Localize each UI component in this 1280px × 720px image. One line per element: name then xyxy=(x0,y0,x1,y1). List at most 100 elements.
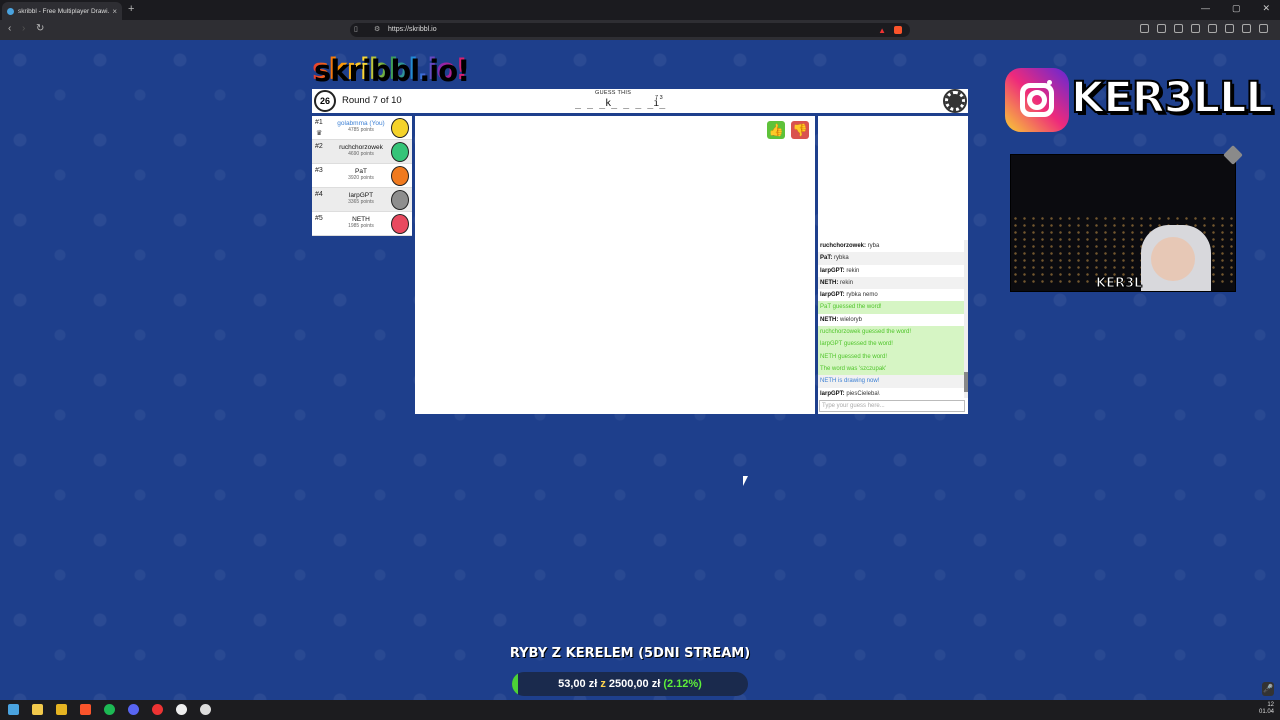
brave-browser-icon[interactable] xyxy=(80,704,91,715)
skribbl-favicon-icon xyxy=(7,7,14,15)
instagram-icon xyxy=(1005,68,1069,132)
maximize-icon[interactable]: ▢ xyxy=(1232,3,1241,14)
clock-date: 01.04 xyxy=(1258,709,1274,715)
player-row[interactable]: #2 ruchchorzowek 4690 points xyxy=(312,140,412,164)
browser-tab[interactable]: skribbl - Free Multiplayer Drawi... × xyxy=(2,2,122,20)
url-text: https://skribbl.io xyxy=(388,26,437,33)
skribbl-logo: skribbl.io! xyxy=(312,52,468,86)
goal-separator: z xyxy=(600,678,606,690)
webcam-label: KER3L xyxy=(1095,276,1143,292)
thumbs-up-icon[interactable]: 👍 xyxy=(767,121,785,139)
back-icon[interactable]: ‹ xyxy=(8,23,11,34)
timer-clock-icon: 26 xyxy=(314,90,336,112)
chat-text: ryba xyxy=(866,243,880,249)
browser-toolbar xyxy=(1140,24,1268,33)
media-icon[interactable] xyxy=(1174,24,1183,33)
tab-close-icon[interactable]: × xyxy=(112,7,117,16)
opera-icon[interactable] xyxy=(152,704,163,715)
chat-user: NETH: xyxy=(820,279,839,286)
brave-shield-icon[interactable] xyxy=(894,26,902,34)
reload-icon[interactable]: ↻ xyxy=(36,23,44,34)
chat-message: PaT: rybka xyxy=(818,252,964,265)
obs-icon[interactable] xyxy=(176,704,187,715)
instagram-overlay: KER3LLL xyxy=(1005,68,1274,132)
wallet-icon[interactable] xyxy=(1157,24,1166,33)
chat-text: PaT guessed the word! xyxy=(820,304,882,311)
player-avatar xyxy=(391,190,409,210)
player-rank: #5 xyxy=(315,215,323,222)
player-row[interactable]: #3 PaT 3920 points xyxy=(312,164,412,188)
thumbs-down-icon[interactable]: 👎 xyxy=(791,121,809,139)
rewards-icon[interactable]: ▲ xyxy=(878,24,886,38)
mouse-cursor-icon xyxy=(743,476,748,486)
player-name: ruchchorzowek xyxy=(339,144,383,151)
tab-title: skribbl - Free Multiplayer Drawi... xyxy=(18,7,110,15)
player-rank: #1 xyxy=(315,119,323,126)
site-info-icon[interactable]: ⚙ xyxy=(374,23,380,37)
chat-text: NETH guessed the word! xyxy=(820,353,888,360)
player-points: 1985 points xyxy=(348,223,374,229)
drawing-canvas[interactable]: 👍 👎 xyxy=(415,116,815,414)
guess-input[interactable]: Type your guess here... xyxy=(819,400,965,412)
chat-message: The word was 'szczupak' xyxy=(818,362,964,376)
player-points: 3920 points xyxy=(348,175,374,181)
goal-amount: 53,00 zł xyxy=(558,678,598,690)
chat-message: NETH guessed the word! xyxy=(818,350,964,363)
system-tray[interactable]: 12 01.04 xyxy=(1259,702,1274,716)
chat-message: ruchchorzowek guessed the word! xyxy=(818,326,964,339)
chat-text: rybka nemo xyxy=(844,292,878,299)
player-avatar xyxy=(391,166,409,186)
chat-message: larpGPT: rekin xyxy=(818,265,964,277)
chat-scrollbar[interactable] xyxy=(964,240,968,398)
webcam-overlay xyxy=(1010,154,1236,292)
player-avatar xyxy=(391,142,409,162)
file-explorer-icon[interactable] xyxy=(56,704,67,715)
chat-text: rekin xyxy=(838,279,854,286)
settings-gear-icon[interactable] xyxy=(943,89,967,113)
player-row[interactable]: #4 larpGPT 3365 points xyxy=(312,188,412,212)
extension-icon[interactable] xyxy=(1140,24,1149,33)
player-row[interactable]: #1 ♛ golabmma (You) 4785 points xyxy=(312,116,412,140)
bookmark-icon[interactable]: ▯ xyxy=(354,23,358,37)
chat-user: NETH: xyxy=(820,316,839,323)
chat-text: rybka xyxy=(832,255,849,262)
forward-icon[interactable]: › xyxy=(22,23,25,34)
chat-message: larpGPT: rybka nemo xyxy=(818,289,964,301)
new-tab-button[interactable]: + xyxy=(128,3,134,15)
shield-icon[interactable] xyxy=(1242,24,1251,33)
round-indicator: Round 7 of 10 xyxy=(342,95,402,106)
app-icon[interactable] xyxy=(200,704,211,715)
player-avatar xyxy=(391,214,409,234)
menu-icon[interactable] xyxy=(1259,24,1268,33)
start-button-icon[interactable] xyxy=(8,704,19,715)
donation-goal-bar: 53,00 zł z 2500,00 zł (2.12%) xyxy=(512,672,748,696)
chat-message: PaT guessed the word! xyxy=(818,301,964,314)
tabs-icon[interactable] xyxy=(1208,24,1217,33)
player-points: 4690 points xyxy=(348,151,374,157)
store-icon[interactable] xyxy=(32,704,43,715)
minimize-icon[interactable]: — xyxy=(1201,3,1210,14)
scrollbar-thumb[interactable] xyxy=(964,372,968,392)
chat-message: ruchchorzowek: ryba xyxy=(818,240,964,252)
discord-icon[interactable] xyxy=(128,704,139,715)
player-row[interactable]: #5 NETH 1985 points xyxy=(312,212,412,236)
player-rank: #3 xyxy=(315,167,323,174)
instagram-handle: KER3LLL xyxy=(1070,72,1274,124)
word-hint: _ _ _k_ _ _ _i_ xyxy=(575,98,666,109)
chat-text: NETH is drawing now! xyxy=(820,378,880,385)
close-window-icon[interactable]: ✕ xyxy=(1262,3,1270,14)
sidebar-icon[interactable] xyxy=(1191,24,1200,33)
clock-time: 12 xyxy=(1267,702,1274,708)
spotify-icon[interactable] xyxy=(104,704,115,715)
vpn-icon[interactable] xyxy=(1225,24,1234,33)
microphone-icon[interactable]: 🎤 xyxy=(1262,682,1274,696)
chat-user: PaT: xyxy=(820,255,833,262)
chat-text: ruchchorzowek guessed the word! xyxy=(820,329,912,336)
player-rank: #4 xyxy=(315,191,323,198)
url-field[interactable]: ▯ ⚙ https://skribbl.io ▲ xyxy=(350,23,910,37)
chat-text: larpGPT guessed the word! xyxy=(820,341,893,348)
player-rank: #2 xyxy=(315,143,323,150)
chat-text: rekin xyxy=(844,267,860,274)
player-points: 3365 points xyxy=(348,199,374,205)
browser-tab-bar: skribbl - Free Multiplayer Drawi... × + … xyxy=(0,0,1280,20)
